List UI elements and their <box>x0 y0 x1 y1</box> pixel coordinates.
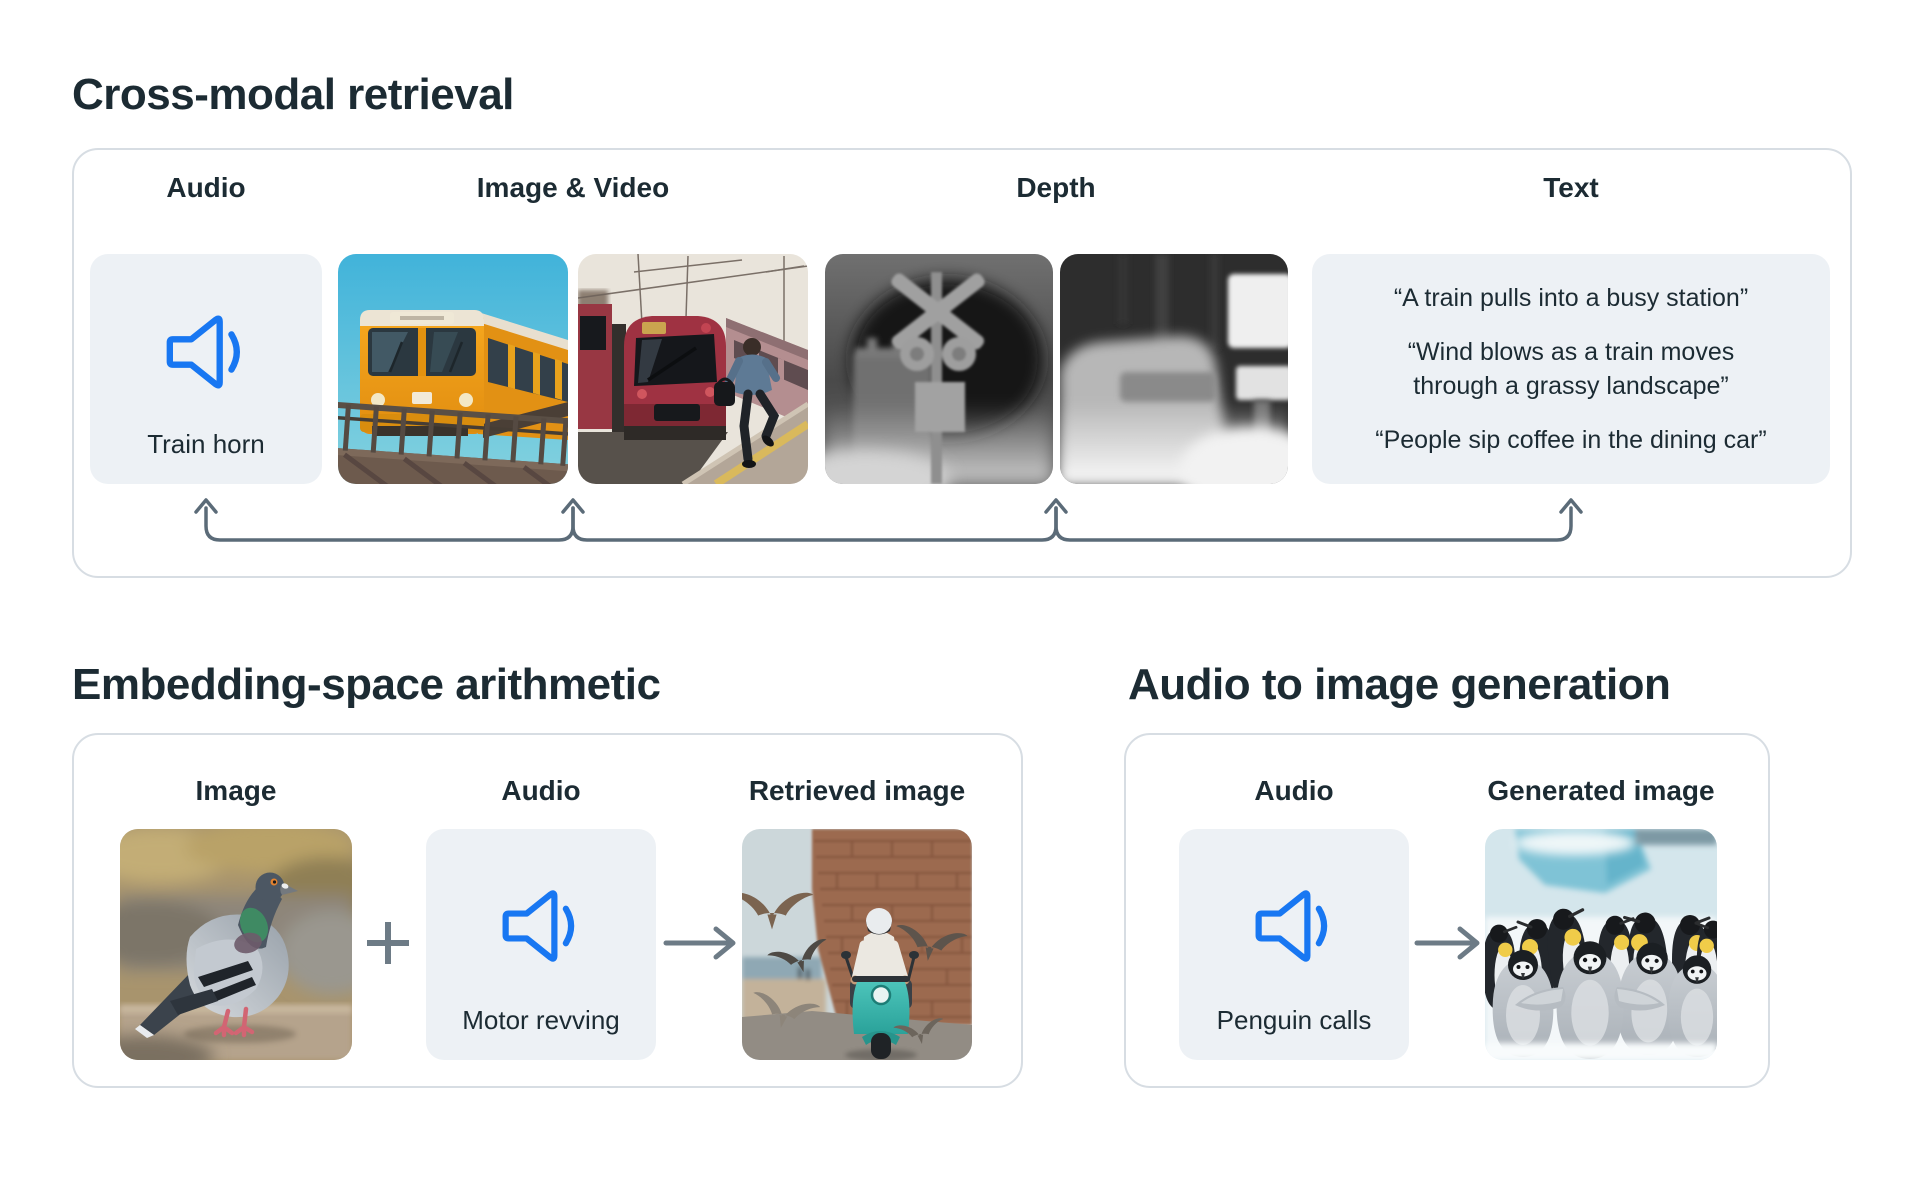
retrieval-connector-arrows <box>74 150 1854 580</box>
audio-card-label: Motor revving <box>426 1005 656 1036</box>
column-header-audio-3: Audio <box>1254 775 1333 807</box>
audio-card-penguin-calls: Penguin calls <box>1179 829 1409 1060</box>
pigeon-photo <box>120 829 352 1060</box>
embedding-panel: Image Audio Retrieved image <box>72 733 1023 1088</box>
plus-icon <box>366 921 410 965</box>
embedding-title: Embedding-space arithmetic <box>72 660 660 710</box>
audio-to-image-title: Audio to image generation <box>1128 660 1670 710</box>
page-canvas: Cross-modal retrieval Audio Image & Vide… <box>0 0 1920 1195</box>
scooter-with-pigeons-photo <box>742 829 972 1060</box>
audio-card-label: Penguin calls <box>1179 1005 1409 1036</box>
column-header-generated-image: Generated image <box>1487 775 1714 807</box>
speaker-icon <box>498 883 584 969</box>
column-header-audio-2: Audio <box>501 775 580 807</box>
right-arrow-icon <box>662 925 738 961</box>
right-arrow-icon <box>1414 925 1482 961</box>
audio-card-motor-revving: Motor revving <box>426 829 656 1060</box>
penguins-photo <box>1485 829 1717 1060</box>
cross-modal-title: Cross-modal retrieval <box>72 70 514 120</box>
speaker-icon <box>1251 883 1337 969</box>
generation-panel: Audio Generated image Penguin calls <box>1124 733 1770 1088</box>
cross-modal-panel: Audio Image & Video Depth Text Train hor… <box>72 148 1852 578</box>
column-header-retrieved-image: Retrieved image <box>749 775 965 807</box>
column-header-image: Image <box>196 775 277 807</box>
